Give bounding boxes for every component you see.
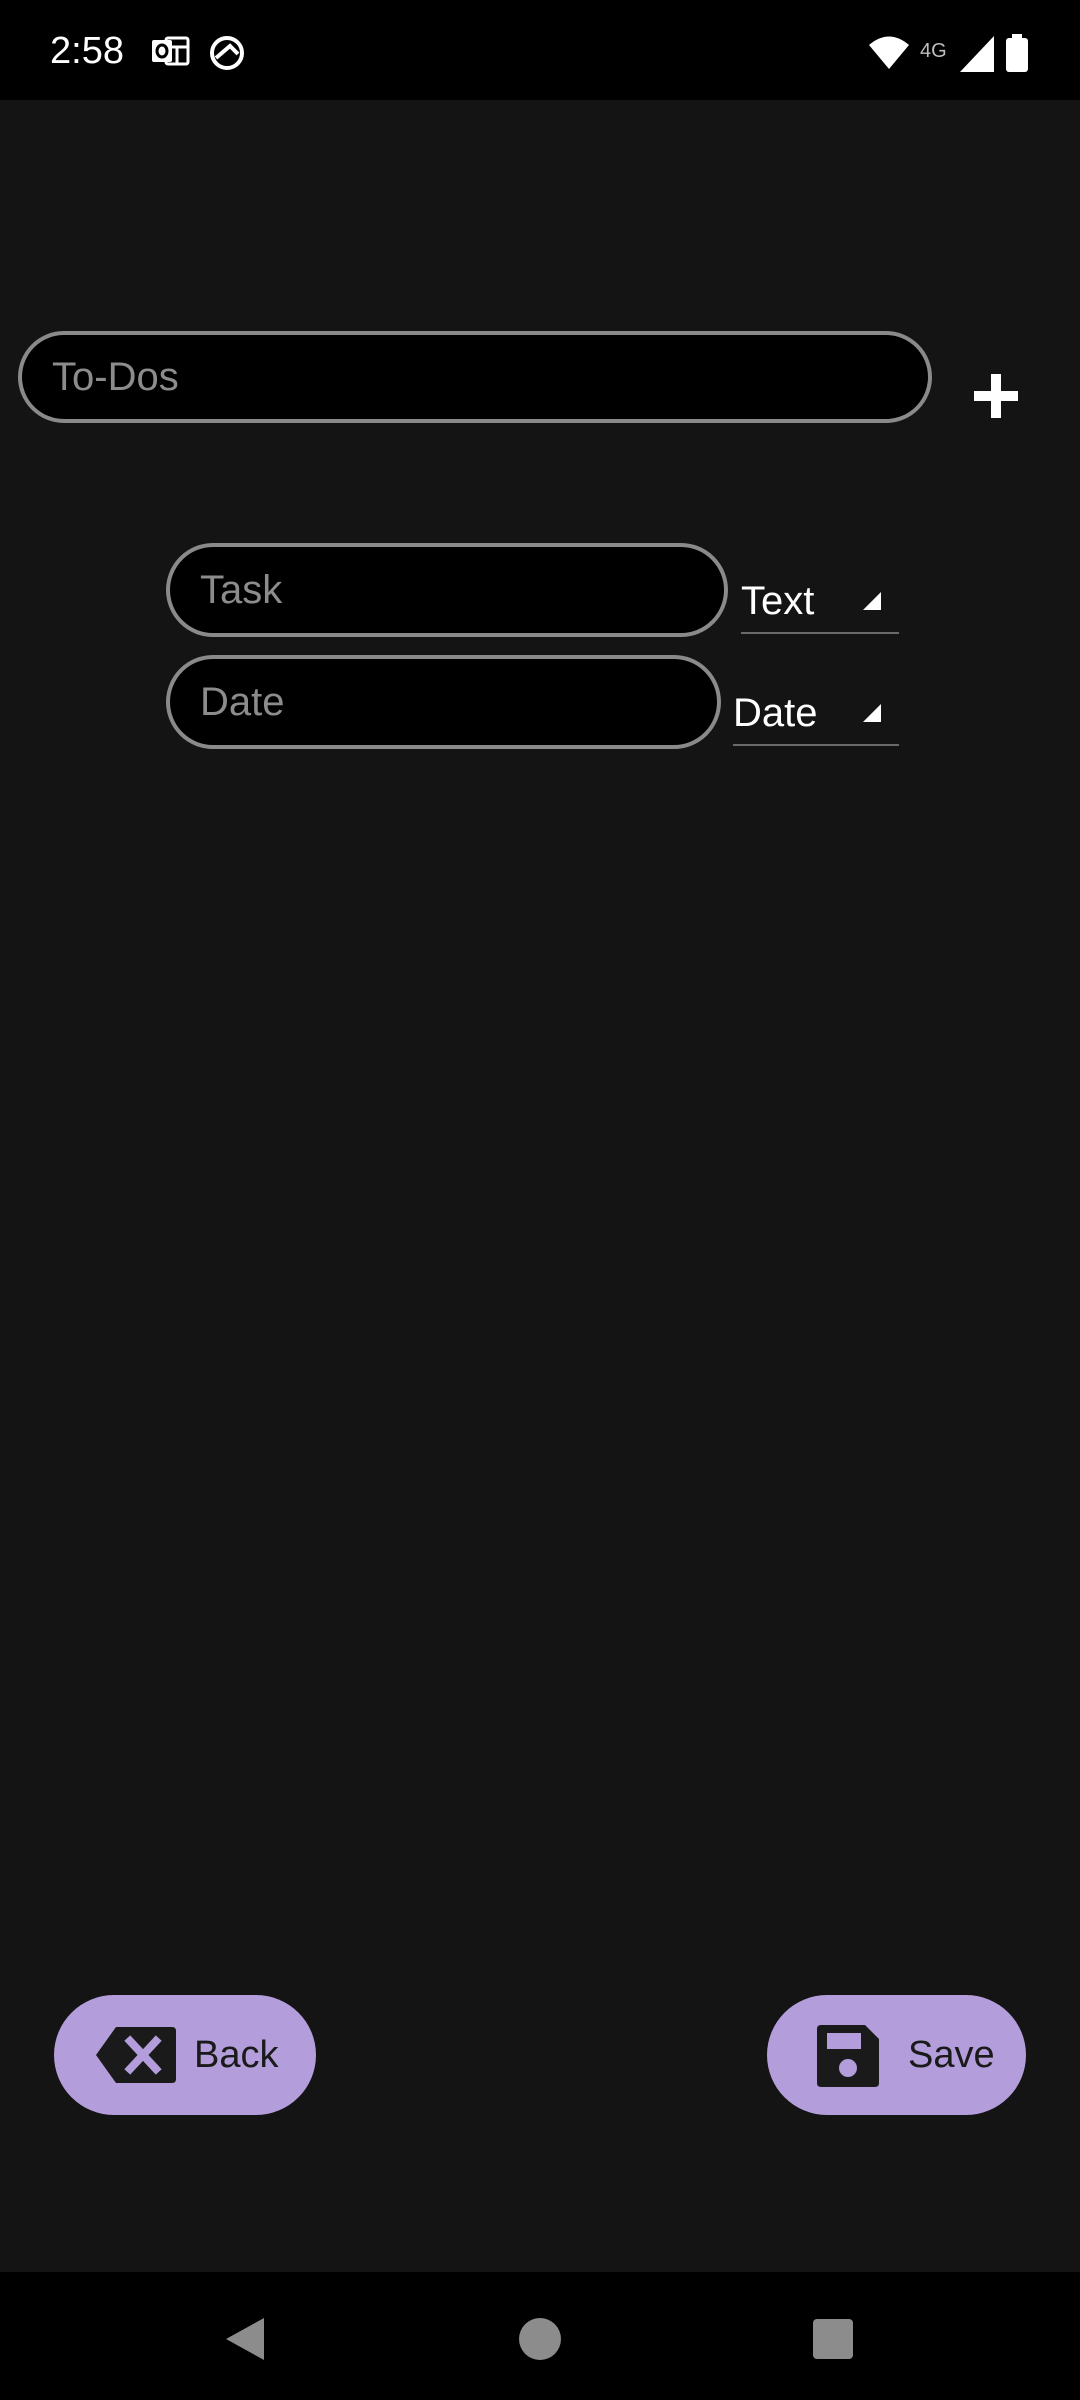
battery-icon <box>1006 34 1028 72</box>
plus-icon[interactable] <box>974 374 1018 418</box>
save-button-label: Save <box>908 2034 995 2076</box>
save-icon <box>817 2025 879 2087</box>
backspace-icon <box>96 2027 176 2083</box>
status-time: 2:58 <box>50 30 124 72</box>
dropdown-arrow-icon <box>863 704 881 722</box>
task-input[interactable] <box>166 543 728 637</box>
browser-icon <box>210 36 244 70</box>
wifi-icon <box>869 36 909 69</box>
field-type-value: Text <box>741 579 815 623</box>
field-type-value: Date <box>733 691 818 735</box>
screen: 2:58 4G Text <box>0 0 1080 2400</box>
nav-back-icon[interactable] <box>222 2316 268 2362</box>
navigation-bar <box>0 2272 1080 2400</box>
network-type-label: 4G <box>920 40 947 62</box>
list-title-input[interactable] <box>18 331 932 423</box>
signal-icon <box>960 36 994 72</box>
status-bar: 2:58 4G <box>0 0 1080 100</box>
field-type-select-task[interactable]: Text <box>741 570 899 634</box>
save-button[interactable]: Save <box>767 1995 1026 2115</box>
field-type-select-date[interactable]: Date <box>733 682 899 746</box>
nav-recents-icon[interactable] <box>812 2318 854 2360</box>
back-button[interactable]: Back <box>54 1995 316 2115</box>
nav-home-icon[interactable] <box>517 2316 563 2362</box>
back-button-label: Back <box>194 2034 279 2076</box>
dropdown-arrow-icon <box>863 592 881 610</box>
outlook-icon <box>152 36 190 66</box>
date-input[interactable] <box>166 655 721 749</box>
